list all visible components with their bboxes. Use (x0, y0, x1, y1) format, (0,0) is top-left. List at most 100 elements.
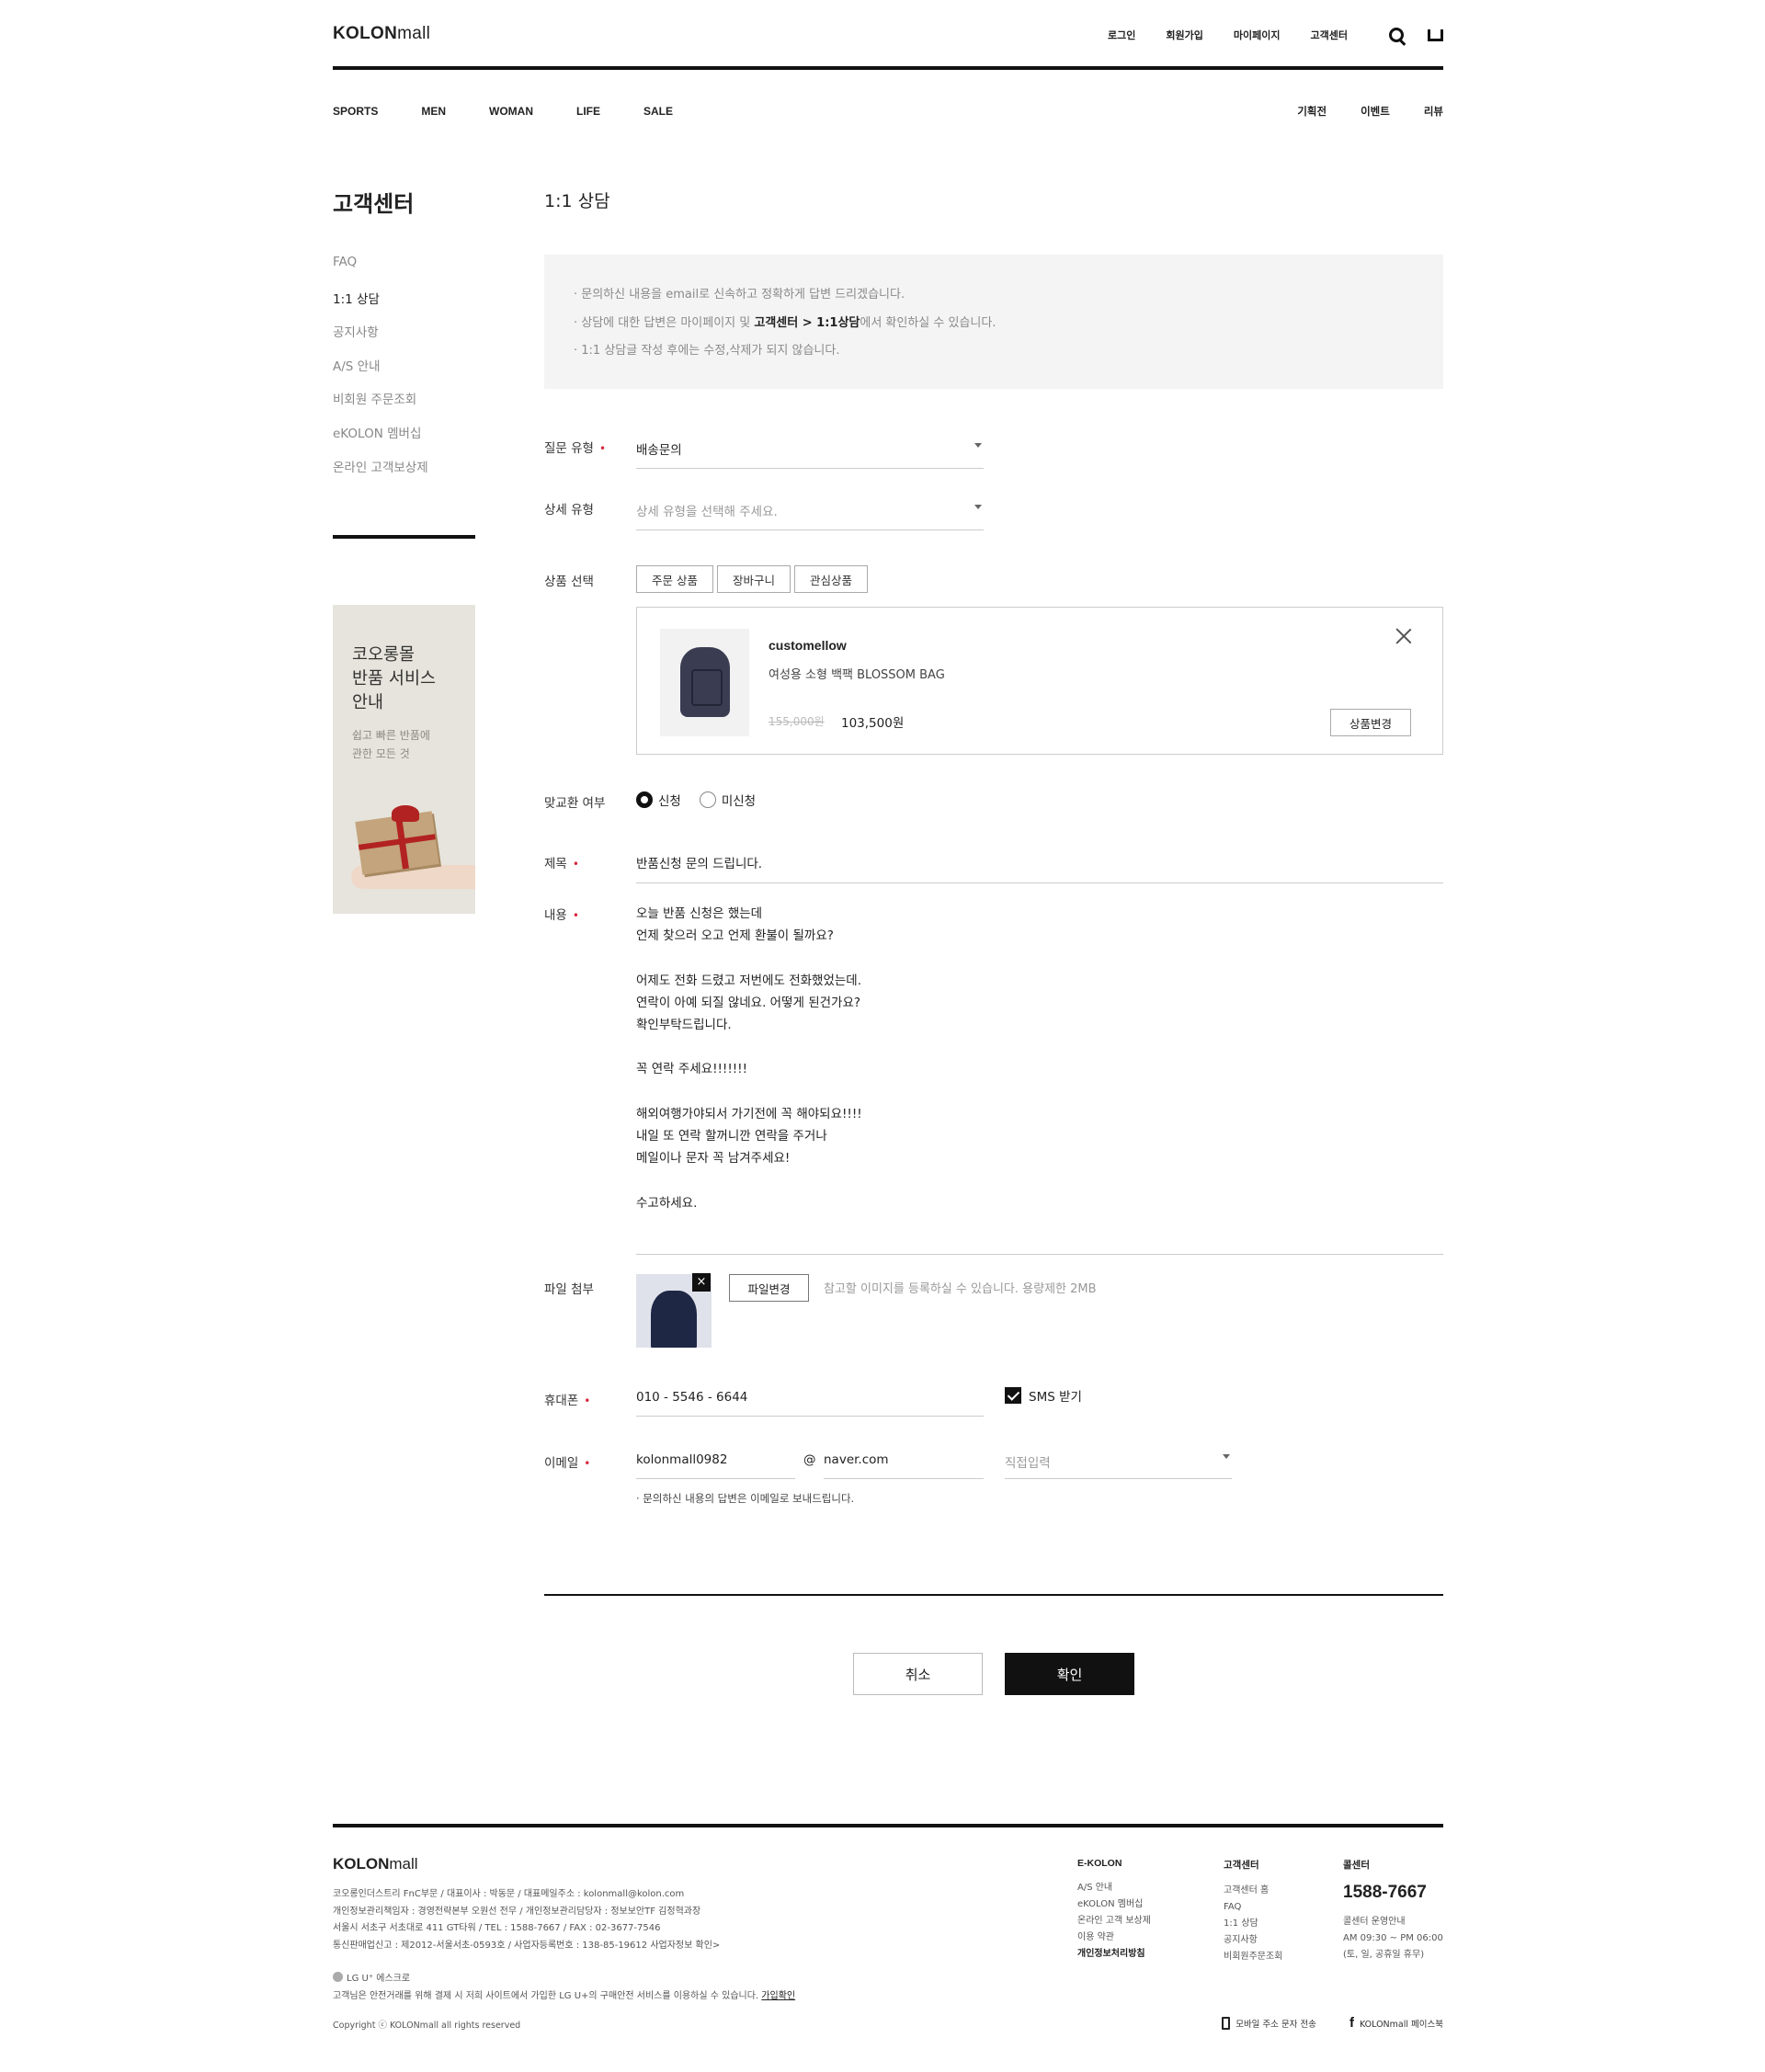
footer-link[interactable]: FAQ (1224, 1899, 1282, 1916)
footer-link[interactable]: 고객센터 홈 (1224, 1883, 1282, 1899)
content-textarea[interactable]: 오늘 반품 신청은 했는데 언제 찾으러 오고 언제 환불이 될까요? 어제도 … (636, 903, 1443, 1255)
phone-input[interactable]: 010 - 5546 - 6644 (636, 1386, 984, 1417)
exchange-label: 맞교환 여부 (544, 796, 606, 811)
sidebar-item-faq[interactable]: FAQ (333, 255, 428, 289)
footer-link-list: 고객센터 홈 FAQ 1:1 상담 공지사항 비회원주문조회 (1224, 1883, 1282, 1965)
email-id-input[interactable]: kolonmall0982 (636, 1449, 795, 1479)
cart-products-button[interactable]: 장바구니 (716, 565, 791, 593)
nav-event[interactable]: 이벤트 (1361, 104, 1390, 119)
banner-title: 코오롱몰 반품 서비스 안내 (352, 643, 475, 715)
nav-sale[interactable]: SALE (643, 105, 673, 118)
email-domain-input[interactable]: naver.com (824, 1449, 984, 1479)
close-icon[interactable] (1395, 628, 1412, 644)
login-link[interactable]: 로그인 (1108, 28, 1135, 42)
content-line: 꼭 연락 주세요!!!!!!! (636, 1062, 747, 1077)
exchange-decline-radio[interactable]: 미신청 (699, 791, 757, 809)
cart-icon[interactable] (1428, 28, 1443, 41)
required-mark: • (584, 1395, 591, 1407)
site-logo[interactable]: KOLONmall (333, 24, 430, 44)
nav-life[interactable]: LIFE (576, 105, 600, 118)
footer-link[interactable]: eKOLON 멤버십 (1077, 1896, 1151, 1913)
chevron-down-icon (974, 505, 982, 509)
nav-woman[interactable]: WOMAN (489, 105, 533, 118)
footer-col-ekolon: E-KOLON A/S 안내 eKOLON 멤버십 온라인 고객 보상제 이용 … (1077, 1858, 1151, 1963)
sub-nav: 기획전 이벤트 리뷰 (1297, 104, 1443, 119)
attach-label: 파일 첨부 (544, 1282, 594, 1297)
nav-review[interactable]: 리뷰 (1424, 104, 1443, 119)
select-placeholder: 상세 유형을 선택해 주세요. (636, 505, 778, 519)
nav-sports[interactable]: SPORTS (333, 105, 378, 118)
product-original-price: 155,000원 (769, 715, 825, 728)
wishlist-products-button[interactable]: 관심상품 (794, 565, 869, 593)
remove-attachment-button[interactable]: × (692, 1273, 711, 1292)
mobile-sms-link[interactable]: 모바일 주소 문자 전송 (1222, 2016, 1316, 2030)
label-text: 이메일 (544, 1456, 579, 1471)
detail-type-select[interactable]: 상세 유형을 선택해 주세요. (636, 499, 984, 530)
logo-text-light: mall (389, 1855, 418, 1873)
notice-highlight: 고객센터 > 1:1상담 (754, 315, 860, 330)
email-label: 이메일 • (544, 1452, 590, 1471)
sidebar-title: 고객센터 (333, 191, 415, 217)
search-icon[interactable] (1389, 28, 1404, 42)
sms-checkbox[interactable]: SMS 받기 (1005, 1386, 1082, 1405)
email-domain-select[interactable]: 직접입력 (1005, 1449, 1232, 1479)
escrow-confirm-link[interactable]: 가입확인 (761, 1991, 795, 2001)
footer-link[interactable]: 이용 약관 (1077, 1930, 1151, 1946)
escrow-text: 고객님은 안전거래를 위해 결제 시 저희 사이트에서 가입한 LG U+의 구… (333, 1987, 795, 2001)
page-title: 1:1 상담 (544, 191, 610, 211)
question-type-select[interactable]: 배송문의 (636, 438, 984, 469)
callcenter-phone: 1588-7667 (1343, 1883, 1427, 1902)
sidebar-item-compensation[interactable]: 온라인 고객보상제 (333, 457, 428, 491)
banner-title-line: 코오롱몰 (352, 645, 416, 665)
radio-label: 미신청 (721, 794, 757, 809)
nav-men[interactable]: MEN (421, 105, 446, 118)
exchange-apply-radio[interactable]: 신청 (636, 791, 681, 809)
change-product-button[interactable]: 상품변경 (1330, 709, 1411, 736)
logo-text-light: mall (397, 24, 431, 43)
email-at-sign: @ (803, 1452, 816, 1467)
confirm-button[interactable]: 확인 (1005, 1653, 1134, 1695)
select-value: 배송문의 (636, 443, 682, 458)
mypage-link[interactable]: 마이페이지 (1234, 28, 1281, 42)
lgu-logo-icon (333, 1972, 343, 1982)
sidebar-item-guest-order[interactable]: 비회원 주문조회 (333, 389, 428, 423)
cancel-button[interactable]: 취소 (853, 1653, 983, 1695)
label-text: 내용 (544, 908, 567, 923)
footer-link[interactable]: 개인정보처리방침 (1077, 1946, 1151, 1963)
signup-link[interactable]: 회원가입 (1166, 28, 1202, 42)
subject-input[interactable]: 반품신청 문의 드립니다. (636, 853, 1443, 883)
form-divider (544, 1594, 1443, 1596)
sidebar-item-as[interactable]: A/S 안내 (333, 356, 428, 390)
order-products-button[interactable]: 주문 상품 (636, 565, 713, 593)
subject-label: 제목 • (544, 853, 579, 871)
customer-center-link[interactable]: 고객센터 (1311, 28, 1348, 42)
link-label: 모바일 주소 문자 전송 (1236, 2019, 1316, 2030)
footer-link[interactable]: 공지사항 (1224, 1932, 1282, 1949)
escrow-description: 고객님은 안전거래를 위해 결제 시 저희 사이트에서 가입한 LG U+의 구… (333, 1991, 759, 2001)
content-label: 내용 • (544, 905, 579, 923)
content-line: 어제도 전화 드렸고 저번에도 전화했었는데. (636, 973, 862, 988)
banner-subtitle: 쉽고 빠른 반품에 관한 모든 것 (352, 726, 475, 763)
footer-logo[interactable]: KOLONmall (333, 1855, 418, 1873)
phone-label: 휴대폰 • (544, 1390, 590, 1408)
return-service-banner[interactable]: 코오롱몰 반품 서비스 안내 쉽고 빠른 반품에 관한 모든 것 (333, 605, 475, 914)
footer-link[interactable]: 온라인 고객 보상제 (1077, 1913, 1151, 1930)
sidebar-item-membership[interactable]: eKOLON 멤버십 (333, 423, 428, 457)
radio-empty-icon (699, 791, 716, 808)
checkbox-label: SMS 받기 (1029, 1390, 1082, 1405)
footer-col-title: 콜센터 (1343, 1860, 1370, 1871)
change-file-button[interactable]: 파일변경 (729, 1274, 809, 1302)
sidebar-item-inquiry[interactable]: 1:1 상담 (333, 289, 428, 323)
footer-link-list: A/S 안내 eKOLON 멤버십 온라인 고객 보상제 이용 약관 개인정보처… (1077, 1880, 1151, 1963)
company-info-line: 코오롱인더스트리 FnC부문 / 대표이사 : 박동문 / 대표메일주소 : k… (333, 1889, 685, 1899)
sidebar-item-notice[interactable]: 공지사항 (333, 322, 428, 356)
facebook-link[interactable]: f KOLONmall 페이스북 (1349, 2015, 1443, 2031)
content-line: 연락이 아예 되질 않네요. 어떻게 된건가요? (636, 995, 861, 1010)
footer-link[interactable]: 1:1 상담 (1224, 1916, 1282, 1932)
footer-link[interactable]: 비회원주문조회 (1224, 1949, 1282, 1965)
logo-text-bold: KOLON (333, 1855, 390, 1873)
utility-nav: 로그인 회원가입 마이페이지 고객센터 (1108, 28, 1443, 42)
footer-link[interactable]: A/S 안내 (1077, 1880, 1151, 1896)
nav-exhibition[interactable]: 기획전 (1297, 104, 1327, 119)
radio-selected-icon (636, 791, 653, 808)
